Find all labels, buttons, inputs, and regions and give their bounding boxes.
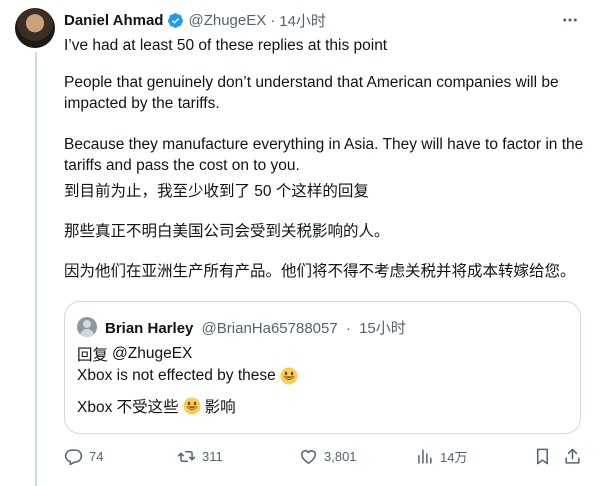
share-icon (565, 448, 580, 464)
author-handle[interactable]: @ZhugeEX (188, 12, 266, 29)
tweet-text-line: 到目前为止，我至少收到了 50 个这样的回复 (64, 183, 369, 200)
grinning-face-emoji-icon (280, 367, 298, 385)
heart-icon (301, 450, 316, 464)
quote-reply-to-line: 回复 @ZhugeEX (77, 343, 192, 365)
bookmark-button[interactable] (533, 447, 552, 466)
quote-text-cn-before: Xbox 不受这些 (77, 399, 179, 416)
quote-separator: · (345, 320, 351, 337)
views-chart-icon (418, 449, 432, 464)
author-name[interactable]: Daniel Ahmad (64, 12, 163, 29)
quote-reply-prefix: 回复 (77, 347, 109, 364)
quote-author-name[interactable]: Brian Harley (105, 320, 193, 337)
retweet-button[interactable]: 311 (177, 447, 223, 466)
quote-text: Xbox is not effected by these (77, 367, 276, 384)
tweet-text-line: Because they manufacture everything in A… (64, 136, 584, 174)
tweet-time[interactable]: 14小时 (279, 10, 326, 31)
retweet-count: 311 (202, 449, 223, 464)
quote-time[interactable]: 15小时 (359, 320, 406, 337)
verified-badge-icon (168, 12, 184, 28)
views-button[interactable]: 14万 (415, 447, 467, 466)
quote-header: Brian Harley @BrianHa65788057 · 15小时 (105, 317, 406, 338)
header-separator: · (270, 11, 276, 29)
tweet-actions-bar: 74 311 3,801 14万 (64, 447, 584, 471)
like-count: 3,801 (324, 449, 357, 464)
reply-icon (64, 449, 83, 466)
quote-text-line: Xbox is not effected by these (77, 367, 302, 385)
avatar[interactable] (15, 8, 55, 48)
quote-reply-to-handle[interactable]: @ZhugeEX (112, 345, 192, 363)
quoted-tweet[interactable]: Brian Harley @BrianHa65788057 · 15小时 回复 … (64, 301, 581, 434)
views-count: 14万 (440, 450, 468, 465)
like-button[interactable]: 3,801 (299, 447, 357, 466)
tweet-text-line: 那些真正不明白美国公司会受到关税影响的人。 (64, 223, 390, 240)
quote-text-cn-after: 影响 (204, 399, 236, 416)
thread-line (35, 52, 37, 486)
tweet-text-line: 因为他们在亚洲生产所有产品。他们将不得不考虑关税并将成本转嫁给您。 (64, 263, 576, 280)
tweet-header: Daniel Ahmad @ZhugeEX · 14小时 (64, 10, 326, 30)
tweet-text-line: I’ve had at least 50 of these replies at… (64, 37, 388, 54)
tweet-text-line: People that genuinely don’t understand t… (64, 74, 559, 112)
reply-button[interactable]: 74 (64, 447, 103, 466)
quote-text-line: Xbox 不受这些 影响 (77, 395, 236, 417)
share-button[interactable] (563, 447, 582, 466)
retweet-icon (177, 450, 196, 463)
quote-author-handle[interactable]: @BrianHa65788057 (202, 320, 338, 337)
bookmark-icon (536, 448, 549, 465)
quote-avatar[interactable] (77, 317, 97, 337)
more-dots-icon[interactable] (559, 9, 581, 31)
grinning-face-emoji-icon (183, 397, 201, 415)
reply-count: 74 (89, 449, 104, 464)
